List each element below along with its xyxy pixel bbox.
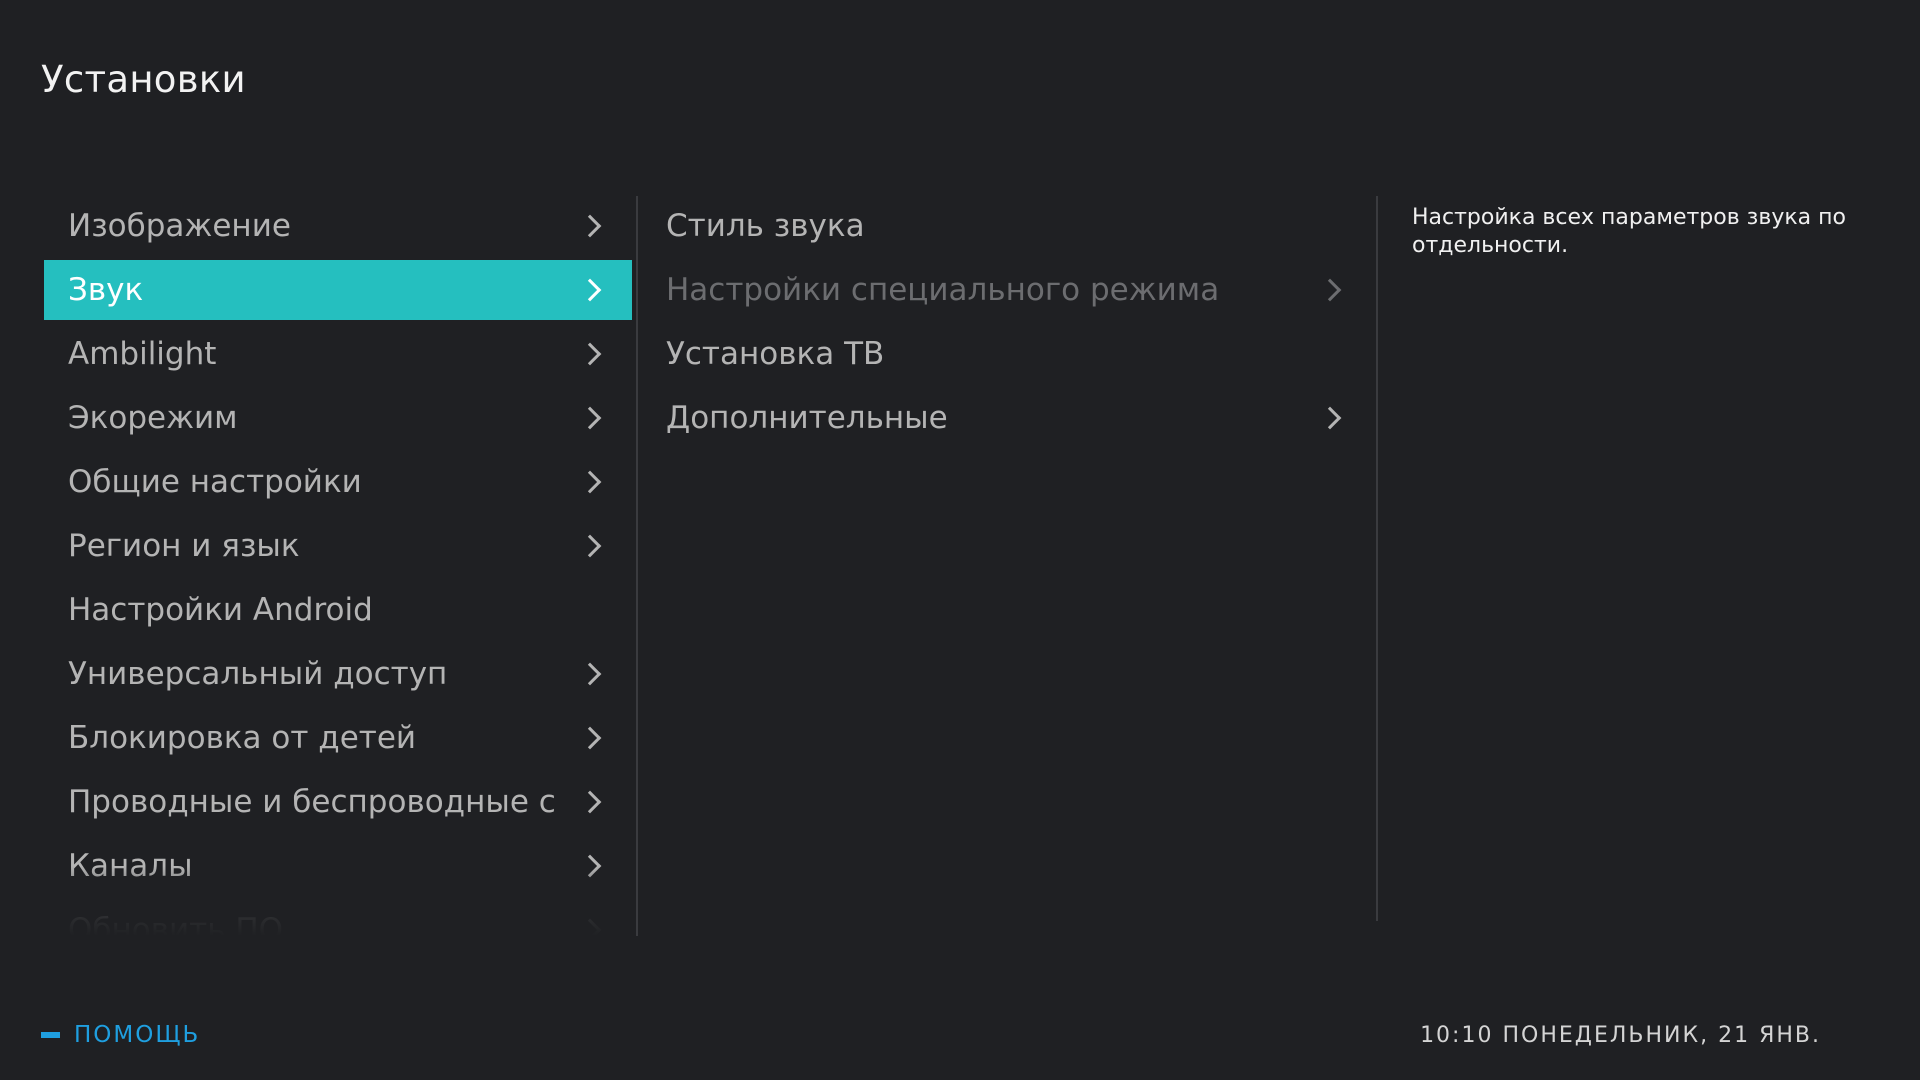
chevron-right-icon	[578, 662, 602, 686]
chevron-right-icon	[578, 790, 602, 814]
chevron-right-icon	[1318, 406, 1342, 430]
chevron-right-icon	[578, 342, 602, 366]
submenu-item-label: Установка ТВ	[666, 336, 885, 372]
menu-item-eco-mode[interactable]: Экорежим	[44, 388, 632, 448]
menu-item-sound[interactable]: Звук	[44, 260, 632, 320]
menu-item-label: Блокировка от детей	[68, 720, 417, 756]
menu-item-label: Изображение	[68, 208, 291, 244]
menu-item-child-lock[interactable]: Блокировка от детей	[44, 708, 632, 768]
menu-item-label: Обновить ПО	[68, 912, 284, 936]
menu-item-label: Проводные и беспроводные сети	[68, 784, 556, 820]
column-divider	[636, 196, 638, 936]
menu-item-label: Экорежим	[68, 400, 238, 436]
menu-item-ambilight[interactable]: Ambilight	[44, 324, 632, 384]
menu-item-label: Звук	[68, 272, 144, 308]
column-divider	[1376, 196, 1378, 921]
chevron-right-icon	[578, 406, 602, 430]
menu-item-label: Общие настройки	[68, 464, 362, 500]
submenu-item-tv-placement[interactable]: Установка ТВ	[648, 324, 1350, 384]
settings-category-list: Изображение Звук Ambilight Экорежим Общи…	[44, 196, 632, 936]
submenu-item-special-mode-settings[interactable]: Настройки специального режима	[648, 260, 1350, 320]
chevron-right-icon	[578, 278, 602, 302]
sound-submenu-list: Стиль звука Настройки специального режим…	[648, 196, 1350, 452]
chevron-right-icon	[578, 214, 602, 238]
menu-item-label: Настройки Android	[68, 592, 373, 628]
settings-screen: Установки Изображение Звук Ambilight Эко…	[0, 0, 1920, 1080]
chevron-right-icon	[578, 534, 602, 558]
menu-item-android-settings[interactable]: Настройки Android	[44, 580, 632, 640]
chevron-right-icon	[578, 918, 602, 936]
page-title: Установки	[41, 58, 246, 101]
submenu-item-sound-style[interactable]: Стиль звука	[648, 196, 1350, 256]
blue-key-icon	[41, 1032, 60, 1038]
chevron-right-icon	[578, 854, 602, 878]
submenu-item-advanced[interactable]: Дополнительные	[648, 388, 1350, 448]
menu-item-universal-access[interactable]: Универсальный доступ	[44, 644, 632, 704]
item-description: Настройка всех параметров звука по отдел…	[1412, 205, 1846, 258]
menu-item-label: Универсальный доступ	[68, 656, 448, 692]
menu-item-networks[interactable]: Проводные и беспроводные сети	[44, 772, 632, 832]
menu-item-channels[interactable]: Каналы	[44, 836, 632, 896]
chevron-right-icon	[578, 726, 602, 750]
menu-item-label: Ambilight	[68, 336, 217, 372]
submenu-item-label: Дополнительные	[666, 400, 948, 436]
menu-item-picture[interactable]: Изображение	[44, 196, 632, 256]
menu-item-general-settings[interactable]: Общие настройки	[44, 452, 632, 512]
chevron-right-icon	[578, 470, 602, 494]
help-button[interactable]: ПОМОЩЬ	[41, 1022, 200, 1048]
clock-date: 10:10 ПОНЕДЕЛЬНИК, 21 ЯНВ.	[1420, 1023, 1821, 1048]
submenu-item-label: Стиль звука	[666, 208, 865, 244]
menu-item-region-language[interactable]: Регион и язык	[44, 516, 632, 576]
help-label: ПОМОЩЬ	[74, 1022, 201, 1048]
menu-item-label: Регион и язык	[68, 528, 300, 564]
menu-item-update-software[interactable]: Обновить ПО	[44, 900, 632, 936]
menu-item-label: Каналы	[68, 848, 193, 884]
submenu-item-label: Настройки специального режима	[666, 272, 1220, 308]
chevron-right-icon	[1318, 278, 1342, 302]
